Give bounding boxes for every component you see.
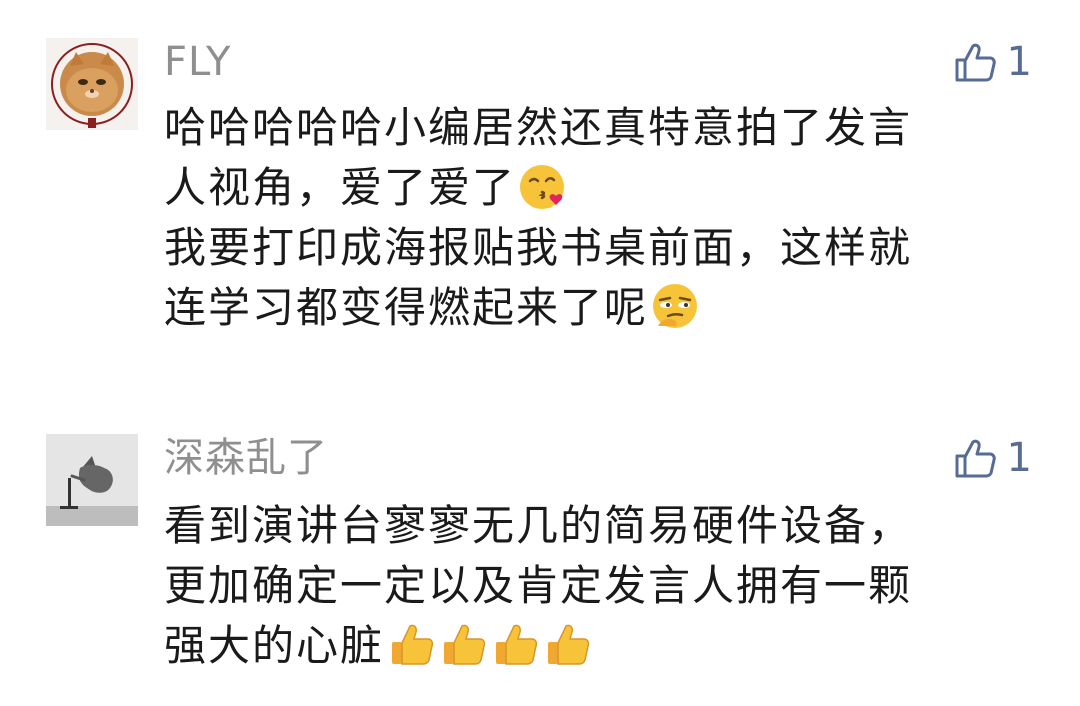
like-button[interactable]: 1	[953, 432, 1032, 484]
comment-line-text: 连学习都变得燃起来了呢	[164, 283, 649, 332]
thumbs-up-icon	[542, 620, 592, 670]
comment-text: 哈哈哈哈哈小编居然还真特意拍了发言 人视角，爱了爱了 我要打印成海报贴我书桌前面…	[164, 98, 1024, 338]
face-with-monocle-thinking-icon	[650, 282, 700, 332]
comment-username[interactable]: FLY	[164, 40, 231, 84]
comment-line: 哈哈哈哈哈小编居然还真特意拍了发言	[164, 103, 913, 152]
thumbs-up-icon	[438, 620, 488, 670]
thumbs-up-icon	[386, 620, 436, 670]
like-count: 1	[1006, 39, 1032, 85]
avatar[interactable]	[46, 38, 138, 130]
like-count: 1	[1006, 435, 1032, 481]
thumbs-up-outline-icon	[955, 439, 996, 478]
cat-seal-avatar-icon	[46, 38, 138, 130]
comment-line: 更加确定一定以及肯定发言人拥有一颗	[164, 561, 913, 610]
avatar[interactable]	[46, 434, 138, 526]
comment-username[interactable]: 深森乱了	[164, 436, 328, 480]
comment-line: 我要打印成海报贴我书桌前面，这样就	[164, 223, 913, 272]
comment-line: 连学习都变得燃起来了呢	[164, 278, 1024, 338]
comment-line-text: 强大的心脏	[164, 621, 385, 670]
face-blowing-kiss-icon	[518, 162, 568, 212]
comment-line: 人视角，爱了爱了	[164, 158, 1024, 218]
comment-line: 强大的心脏	[164, 616, 1024, 676]
thumbs-up-icon	[490, 620, 540, 670]
comment-line: 看到演讲台寥寥无几的简易硬件设备，	[164, 501, 913, 550]
comment-line-text: 人视角，爱了爱了	[164, 163, 517, 212]
like-button[interactable]: 1	[953, 36, 1032, 88]
comment-text: 看到演讲台寥寥无几的简易硬件设备， 更加确定一定以及肯定发言人拥有一颗 强大的心…	[164, 496, 1024, 676]
witch-shadow-avatar-icon	[46, 434, 138, 526]
thumbs-up-outline-icon	[955, 43, 996, 82]
